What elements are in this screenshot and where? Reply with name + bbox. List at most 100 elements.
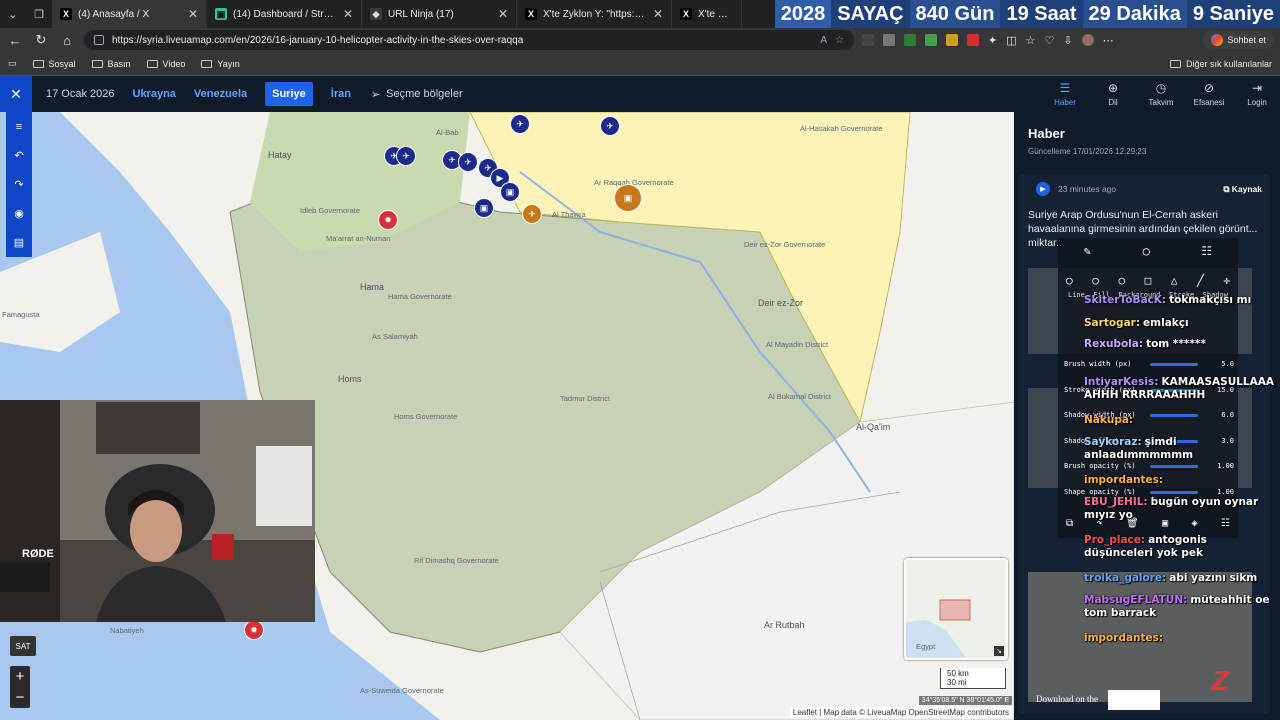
extension-icon[interactable] [967,34,979,46]
extension-icon[interactable] [946,34,958,46]
truck-marker-icon[interactable]: ▣ [614,184,642,212]
nav-login[interactable]: ⇥ Login [1234,76,1280,112]
tab-line[interactable]: Line [1068,291,1085,299]
collapse-minimap-icon[interactable]: ↘ [994,646,1004,656]
extension-icon[interactable] [925,34,937,46]
nav-calendar[interactable]: ◷ Takvim [1138,76,1184,112]
map-scale: 50 km 30 mi [940,668,1006,689]
undo-icon[interactable]: ↶ [6,141,32,170]
map-attribution[interactable]: Leaflet | Map data © LiveuaMap OpenStree… [789,707,1012,718]
home-icon[interactable]: ⌂ [58,33,76,48]
current-date[interactable]: 17 Ocak 2026 [46,88,115,100]
bookmark-folder[interactable]: Basın [91,59,131,69]
other-favorites[interactable]: Diğer sık kullanılanlar [1169,58,1272,69]
airplane-marker-icon[interactable]: ✈ [600,116,620,136]
circle-mode-icon[interactable]: ○ [1143,244,1150,258]
choose-regions-button[interactable]: ➢ Seçme bölgeler [371,88,463,101]
url-text: https://syria.liveuamap.com/en/2026/16-j… [112,34,524,46]
ellipse-shape-icon[interactable]: ○ [1118,274,1125,287]
explosion-marker-icon[interactable]: ✹ [378,210,398,230]
browser-tab[interactable]: X X'te Daily T [672,0,742,28]
country-link-iran[interactable]: İran [331,88,351,100]
circle-shape-icon[interactable]: ○ [1066,274,1073,287]
filter-icon[interactable]: ≡ [6,112,32,141]
bookmark-star-icon[interactable]: ☆ [835,35,844,46]
explosion-marker-icon[interactable]: ✹ [244,620,264,640]
line-shape-icon[interactable]: ╱ [1197,274,1204,287]
bookmark-folder[interactable]: Yayın [201,58,240,69]
tab-search-icon[interactable]: ⌄ [0,0,26,28]
settings-sliders-icon[interactable]: ☷ [1201,244,1212,258]
slider-value: 5.0 [1221,360,1234,368]
triangle-shape-icon[interactable]: △ [1171,274,1178,287]
close-tab-icon[interactable]: ✕ [653,7,663,21]
map-label: Al Bukamal District [768,392,831,401]
close-tab-icon[interactable]: ✕ [343,7,353,21]
slider-track[interactable] [1150,490,1198,494]
brush-width-slider[interactable]: Brush width (px) 5.0 [1064,360,1234,368]
pencil-icon[interactable]: ✎ [1084,244,1091,258]
nav-language[interactable]: ⊕ Dil [1090,76,1136,112]
copilot-chat-button[interactable]: Sohbet et [1203,31,1274,49]
panel-title: Haber [1028,126,1065,141]
downloads-icon[interactable]: ⇩ [1063,34,1072,47]
app-store-badge[interactable] [1108,690,1160,710]
collections-icon[interactable]: ♡ [1045,34,1055,47]
print-icon[interactable]: ▤ [6,228,32,257]
copy-icon[interactable]: ⧉ [1066,518,1073,529]
favorites-icon[interactable]: ☆ [1026,34,1036,47]
close-tab-icon[interactable]: ✕ [188,7,198,21]
tab-groups-icon[interactable]: ❐ [26,0,52,28]
country-link-syria[interactable]: Suriye [265,82,313,106]
bookmark-folder[interactable]: Video [146,59,185,69]
move-icon[interactable]: ✛ [1223,274,1230,287]
nav-news[interactable]: ☰ Haber [1042,76,1088,112]
airplane-marker-icon[interactable]: ✈ [522,204,542,224]
truck-marker-icon[interactable]: ▣ [474,198,494,218]
close-icon[interactable]: ✕ [0,76,32,112]
more-menu-icon[interactable]: ⋯ [1103,34,1114,47]
extension-icon[interactable] [883,34,895,46]
extensions-puzzle-icon[interactable]: ✦ [988,34,997,47]
site-info-icon[interactable] [94,35,104,45]
app-store-text[interactable]: Download on the [1036,694,1098,704]
nav-legend[interactable]: ⊘ Efsanesi [1186,76,1232,112]
browser-tab[interactable]: ◆ URL Ninja (17) ✕ [362,0,517,28]
truck-marker-icon[interactable]: ▣ [500,182,520,202]
source-link[interactable]: ⧉ Kaynak [1223,184,1262,195]
rectangle-shape-icon[interactable]: □ [1145,274,1152,287]
browser-tab[interactable]: ▣ (14) Dashboard / Streamlabs ✕ [207,0,362,28]
shape-opacity-slider[interactable]: Shape opacity (%) 1.00 [1064,488,1234,496]
back-icon[interactable]: ← [6,33,24,48]
satellite-toggle-button[interactable]: SAT [10,636,36,656]
bookmark-label: Yayın [217,58,240,69]
extension-icon[interactable] [862,34,874,46]
zoom-in-button[interactable]: + [10,666,30,687]
country-link-ukraine[interactable]: Ukrayna [133,88,176,100]
reload-icon[interactable]: ↻ [32,32,50,48]
brush-opacity-slider[interactable]: Brush opacity (%) 1.00 [1064,462,1234,470]
sidebar-toggle-icon[interactable]: ▭ [8,58,17,69]
read-aloud-icon[interactable]: A [820,35,827,46]
helicopter-marker-icon[interactable]: ✈ [458,152,478,172]
minimap[interactable]: Egypt ↘ [904,558,1008,660]
slider-track[interactable] [1150,464,1198,468]
folder-icon [91,59,103,68]
split-view-icon[interactable]: ◫ [1006,34,1016,47]
slider-track[interactable] [1150,362,1198,366]
url-input[interactable]: https://syria.liveuamap.com/en/2026/16-j… [84,30,854,50]
extension-icon[interactable] [904,34,916,46]
circle-shape-icon[interactable]: ○ [1092,274,1099,287]
profile-avatar[interactable] [1081,34,1094,46]
camera-icon[interactable]: ◉ [6,199,32,228]
browser-tab[interactable]: X (4) Anasayfa / X ✕ [52,0,207,28]
zoom-out-button[interactable]: − [10,687,30,708]
airplane-marker-icon[interactable]: ✈ [510,114,530,134]
airplane-marker-icon[interactable]: ✈ [396,146,416,166]
bookmark-folder[interactable]: Sosyal [32,59,76,69]
close-tab-icon[interactable]: ✕ [498,7,508,21]
country-link-venezuela[interactable]: Venezuela [194,88,247,100]
bookmark-label: Diğer sık kullanılanlar [1185,58,1272,69]
redo-icon[interactable]: ↷ [6,170,32,199]
browser-tab[interactable]: X X'te Zyklon Y: "https://t.co/cAJSO ✕ [517,0,672,28]
